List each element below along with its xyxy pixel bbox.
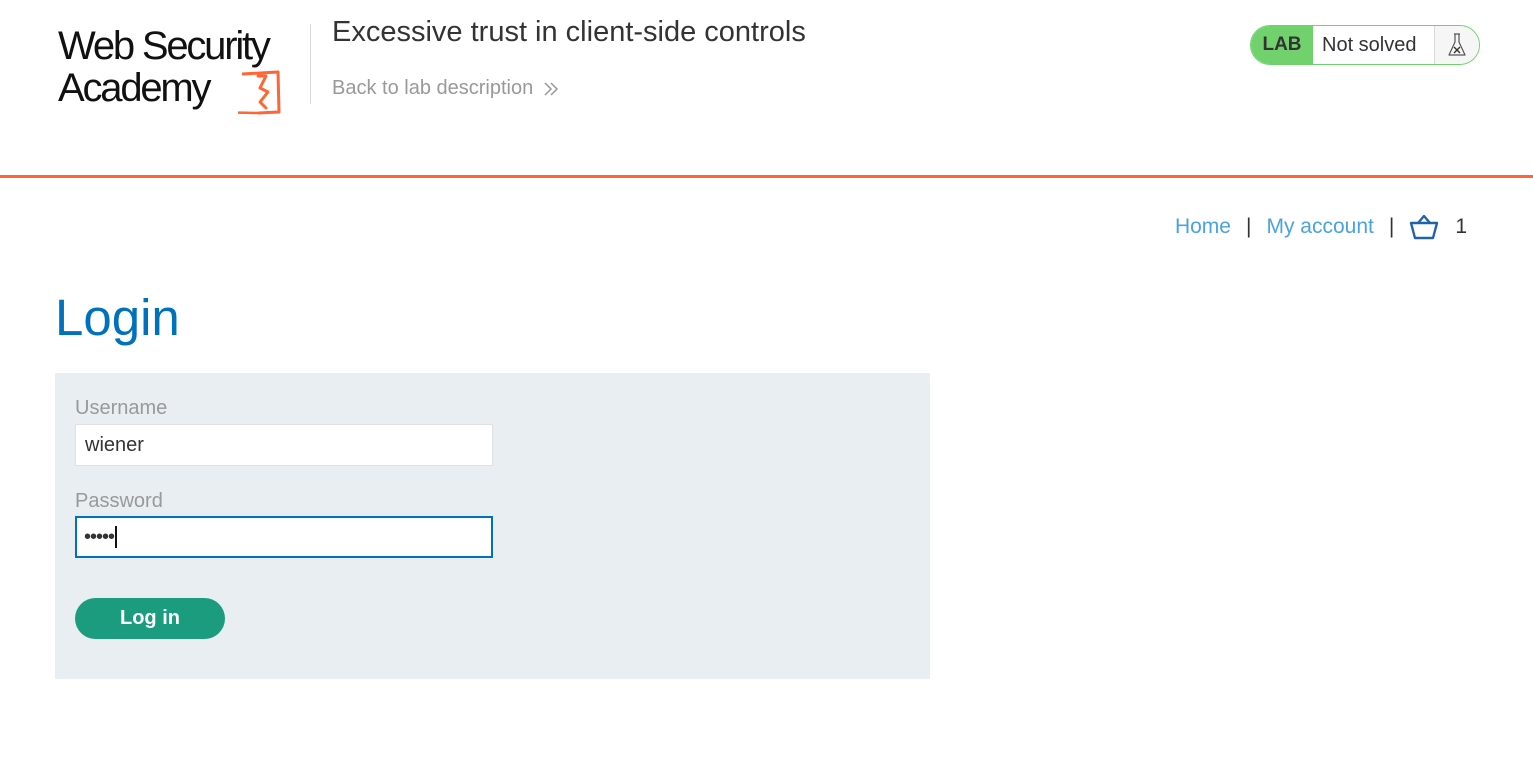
back-link-label: Back to lab description <box>332 77 534 99</box>
username-label: Username <box>75 397 168 419</box>
login-form: Username wiener Password ••••• Log in <box>55 373 930 679</box>
password-masked-value: ••••• <box>84 525 115 548</box>
double-chevron-right-icon <box>544 81 559 96</box>
lab-status-text: Not solved <box>1313 26 1435 64</box>
lab-badge: LAB <box>1251 26 1313 64</box>
username-input[interactable]: wiener <box>75 424 493 466</box>
flask-icon <box>1448 33 1466 56</box>
header-accent-rule <box>0 175 1533 178</box>
cart-count: 1 <box>1455 215 1467 238</box>
nav-my-account-link[interactable]: My account <box>1266 215 1373 239</box>
logo-line1: Web Security <box>58 24 271 68</box>
text-caret <box>115 526 118 548</box>
lab-title: Excessive trust in client-side controls <box>332 16 806 48</box>
password-input[interactable]: ••••• <box>75 516 493 558</box>
basket-icon[interactable] <box>1409 214 1439 240</box>
header-divider <box>310 24 311 104</box>
lab-status-widget: LAB Not solved <box>1250 25 1480 65</box>
top-navigation: Home | My account | 1 <box>1175 214 1467 240</box>
lab-flask-button[interactable] <box>1435 26 1479 64</box>
nav-separator: | <box>1245 215 1252 238</box>
academy-logo-mark-icon <box>238 70 281 115</box>
password-label: Password <box>75 490 163 512</box>
nav-separator: | <box>1388 215 1395 238</box>
logo-line2: Academy <box>58 66 212 110</box>
username-value: wiener <box>85 433 144 456</box>
back-to-description-link[interactable]: Back to lab description <box>332 77 559 100</box>
login-button[interactable]: Log in <box>75 598 225 639</box>
academy-logo[interactable]: Web Security Academy <box>56 20 308 116</box>
nav-home-link[interactable]: Home <box>1175 215 1231 239</box>
page-title: Login <box>55 289 180 346</box>
